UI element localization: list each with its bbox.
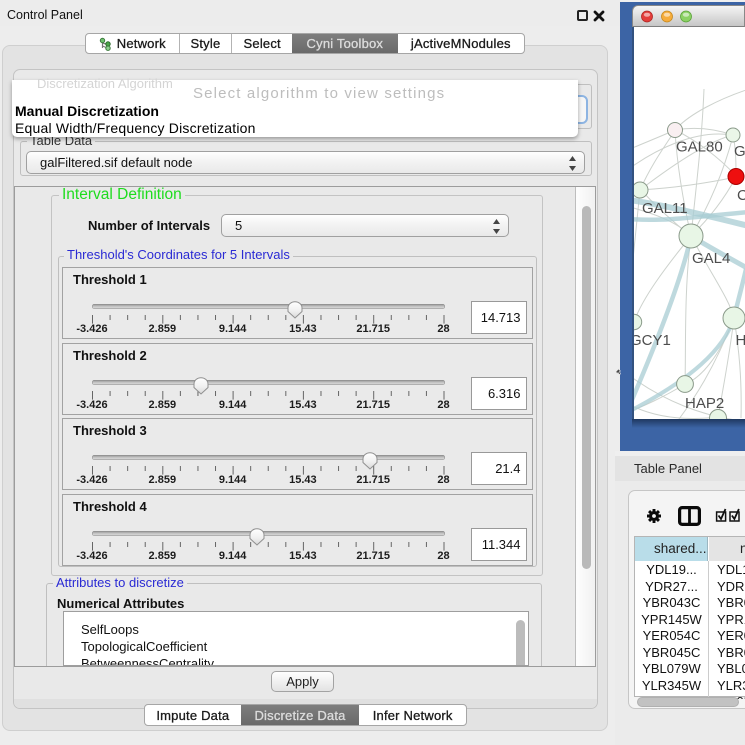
svg-text:GCY1: GCY1	[634, 332, 671, 349]
svg-text:GAL80: GAL80	[676, 139, 723, 156]
svg-text:GAL4: GAL4	[692, 250, 730, 267]
svg-text:GA: GA	[734, 143, 745, 160]
svg-text:GAL11: GAL11	[642, 200, 688, 217]
svg-text:HAP2: HAP2	[685, 395, 724, 412]
svg-text:H: H	[736, 332, 745, 349]
svg-text:CD: CD	[737, 187, 745, 204]
